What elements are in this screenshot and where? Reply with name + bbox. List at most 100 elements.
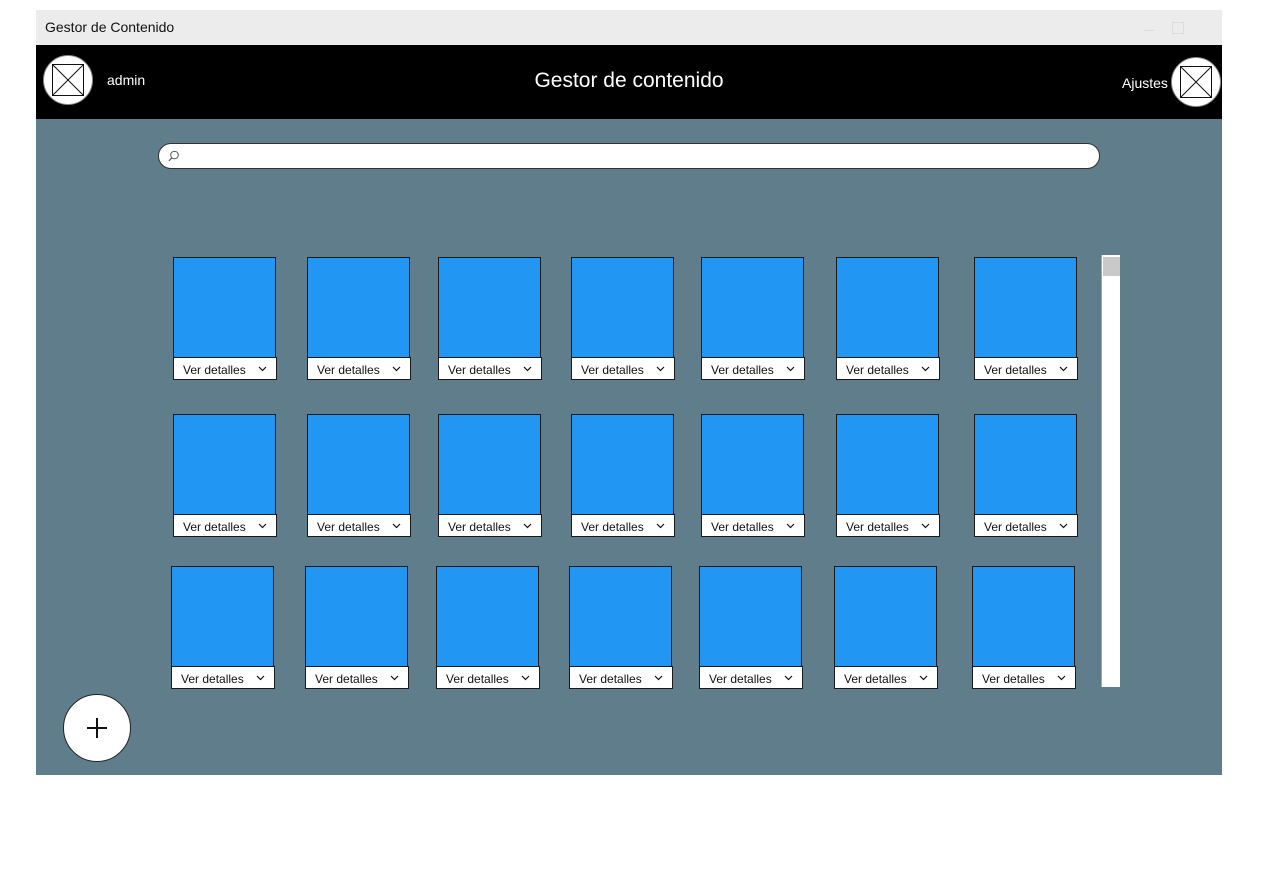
content-thumbnail[interactable] — [436, 566, 539, 667]
content-card[interactable]: Ver detalles — [836, 414, 940, 538]
content-thumbnail[interactable] — [836, 414, 939, 515]
content-thumbnail[interactable] — [305, 566, 408, 667]
details-dropdown[interactable]: Ver detalles — [438, 357, 542, 380]
details-dropdown[interactable]: Ver detalles — [305, 666, 409, 689]
details-dropdown[interactable]: Ver detalles — [173, 357, 277, 380]
content-card[interactable]: Ver detalles — [438, 414, 542, 538]
content-thumbnail[interactable] — [569, 566, 672, 667]
search-input[interactable] — [187, 146, 1091, 166]
add-content-button[interactable] — [63, 694, 131, 762]
details-dropdown[interactable]: Ver detalles — [438, 514, 542, 537]
details-dropdown-label: Ver detalles — [315, 672, 378, 686]
chevron-down-icon — [921, 523, 930, 529]
details-dropdown-label: Ver detalles — [448, 520, 511, 534]
content-thumbnail[interactable] — [834, 566, 937, 667]
details-dropdown[interactable]: Ver detalles — [307, 357, 411, 380]
details-dropdown-label: Ver detalles — [711, 520, 774, 534]
content-thumbnail[interactable] — [173, 257, 276, 358]
content-card[interactable]: Ver detalles — [173, 414, 277, 538]
page-title: Gestor de contenido — [534, 69, 724, 92]
app-header: admin Gestor de contenido Ajustes — [36, 45, 1222, 119]
content-card[interactable]: Ver detalles — [571, 257, 675, 381]
content-thumbnail[interactable] — [701, 257, 804, 358]
content-card[interactable]: Ver detalles — [571, 414, 675, 538]
scrollbar-thumb[interactable] — [1103, 257, 1120, 276]
details-dropdown[interactable]: Ver detalles — [436, 666, 540, 689]
details-dropdown-label: Ver detalles — [984, 363, 1047, 377]
maximize-button[interactable] — [1172, 22, 1184, 34]
details-dropdown[interactable]: Ver detalles — [571, 514, 675, 537]
details-dropdown-label: Ver detalles — [448, 363, 511, 377]
content-card[interactable]: Ver detalles — [699, 566, 803, 690]
content-thumbnail[interactable] — [972, 566, 1075, 667]
chevron-down-icon — [392, 523, 401, 529]
details-dropdown[interactable]: Ver detalles — [972, 666, 1076, 689]
details-dropdown[interactable]: Ver detalles — [173, 514, 277, 537]
content-thumbnail[interactable] — [171, 566, 274, 667]
details-dropdown[interactable]: Ver detalles — [569, 666, 673, 689]
details-dropdown-label: Ver detalles — [581, 520, 644, 534]
content-thumbnail[interactable] — [836, 257, 939, 358]
content-thumbnail[interactable] — [571, 414, 674, 515]
details-dropdown[interactable]: Ver detalles — [836, 514, 940, 537]
content-thumbnail[interactable] — [173, 414, 276, 515]
content-card[interactable]: Ver detalles — [701, 414, 805, 538]
content-thumbnail[interactable] — [974, 257, 1077, 358]
content-thumbnail[interactable] — [699, 566, 802, 667]
chevron-down-icon — [919, 675, 928, 681]
content-card[interactable]: Ver detalles — [974, 414, 1078, 538]
content-card[interactable]: Ver detalles — [307, 414, 411, 538]
content-thumbnail[interactable] — [571, 257, 674, 358]
details-dropdown[interactable]: Ver detalles — [307, 514, 411, 537]
content-thumbnail[interactable] — [307, 414, 410, 515]
content-card[interactable]: Ver detalles — [834, 566, 938, 690]
content-card[interactable]: Ver detalles — [569, 566, 673, 690]
window-title: Gestor de Contenido — [45, 19, 175, 35]
content-card[interactable]: Ver detalles — [701, 257, 805, 381]
content-card[interactable]: Ver detalles — [974, 257, 1078, 381]
content-thumbnail[interactable] — [307, 257, 410, 358]
details-dropdown-label: Ver detalles — [446, 672, 509, 686]
details-dropdown[interactable]: Ver detalles — [701, 357, 805, 380]
chevron-down-icon — [786, 523, 795, 529]
content-card[interactable]: Ver detalles — [438, 257, 542, 381]
content-card[interactable]: Ver detalles — [173, 257, 277, 381]
details-dropdown[interactable]: Ver detalles — [701, 514, 805, 537]
chevron-down-icon — [256, 675, 265, 681]
chevron-down-icon — [656, 366, 665, 372]
settings-link[interactable]: Ajustes — [1122, 75, 1168, 91]
content-card[interactable]: Ver detalles — [307, 257, 411, 381]
chevron-down-icon — [921, 366, 930, 372]
content-card[interactable]: Ver detalles — [972, 566, 1076, 690]
content-area: Ver detalles Ver detalles Ver detalles Ver … — [36, 119, 1222, 775]
content-card[interactable]: Ver detalles — [305, 566, 409, 690]
chevron-down-icon — [1059, 523, 1068, 529]
content-thumbnail[interactable] — [974, 414, 1077, 515]
details-dropdown-label: Ver detalles — [317, 363, 380, 377]
settings-avatar[interactable] — [1171, 57, 1221, 107]
details-dropdown-label: Ver detalles — [984, 520, 1047, 534]
details-dropdown[interactable]: Ver detalles — [836, 357, 940, 380]
grid-scrollbar[interactable] — [1101, 255, 1120, 687]
details-dropdown-label: Ver detalles — [846, 520, 909, 534]
chevron-down-icon — [258, 366, 267, 372]
details-dropdown[interactable]: Ver detalles — [974, 357, 1078, 380]
app-window: Gestor de Contenido admin Gestor de cont… — [36, 10, 1222, 775]
details-dropdown-label: Ver detalles — [317, 520, 380, 534]
content-card[interactable]: Ver detalles — [836, 257, 940, 381]
details-dropdown[interactable]: Ver detalles — [171, 666, 275, 689]
details-dropdown[interactable]: Ver detalles — [974, 514, 1078, 537]
details-dropdown-label: Ver detalles — [709, 672, 772, 686]
details-dropdown[interactable]: Ver detalles — [834, 666, 938, 689]
details-dropdown[interactable]: Ver detalles — [571, 357, 675, 380]
details-dropdown[interactable]: Ver detalles — [699, 666, 803, 689]
chevron-down-icon — [786, 366, 795, 372]
content-thumbnail[interactable] — [701, 414, 804, 515]
content-thumbnail[interactable] — [438, 414, 541, 515]
content-card[interactable]: Ver detalles — [171, 566, 275, 690]
content-thumbnail[interactable] — [438, 257, 541, 358]
minimize-button[interactable] — [1144, 30, 1154, 31]
search-bar[interactable] — [158, 143, 1100, 169]
content-card[interactable]: Ver detalles — [436, 566, 540, 690]
details-dropdown-label: Ver detalles — [844, 672, 907, 686]
